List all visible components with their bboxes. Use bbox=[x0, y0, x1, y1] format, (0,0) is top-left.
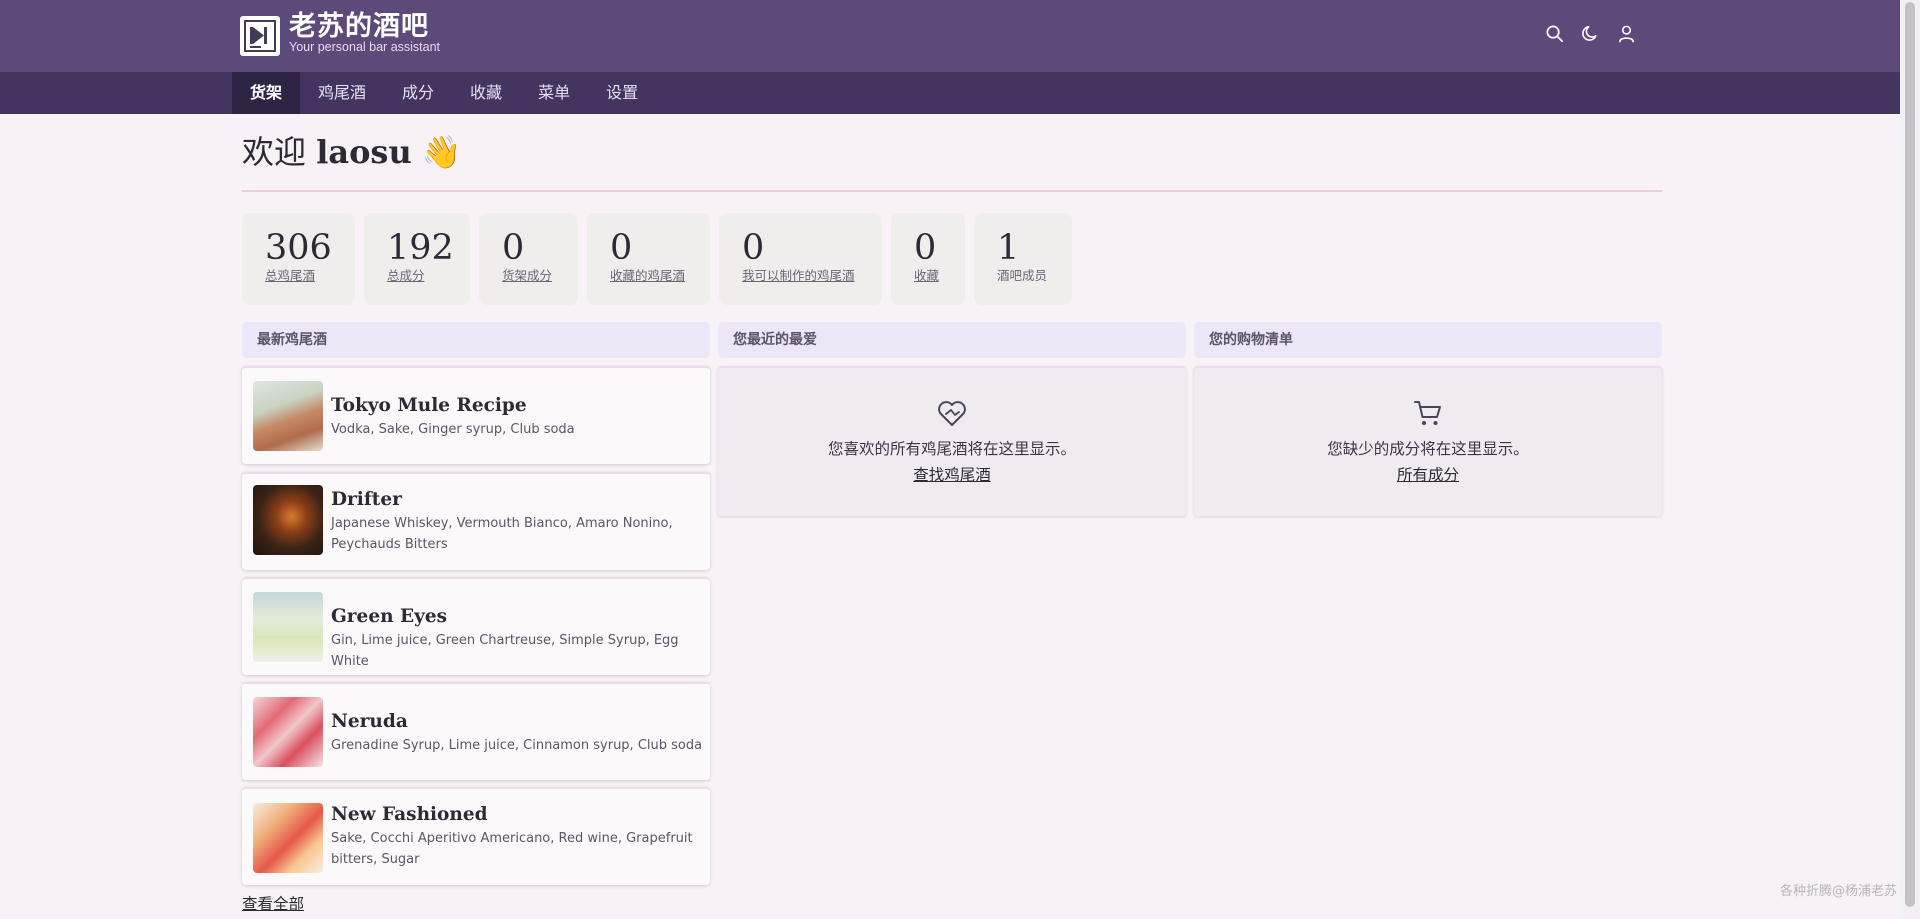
cocktail-name: New Fashioned bbox=[331, 804, 488, 825]
tab-settings[interactable]: 设置 bbox=[588, 72, 656, 114]
cocktail-name: Tokyo Mule Recipe bbox=[331, 395, 527, 416]
stat-collections[interactable]: 0 收藏 bbox=[891, 213, 965, 305]
shopping-list-empty-panel: 您缺少的成分将在这里显示。 所有成分 bbox=[1194, 366, 1662, 516]
cocktail-thumbnail bbox=[253, 485, 323, 555]
tab-ingredients[interactable]: 成分 bbox=[384, 72, 452, 114]
cocktail-ingredients: Vodka, Sake, Ginger syrup, Club soda bbox=[331, 422, 575, 437]
view-all-link[interactable]: 查看全部 bbox=[242, 894, 304, 914]
welcome-username: laosu bbox=[316, 133, 412, 171]
cocktail-name: Drifter bbox=[331, 489, 402, 510]
stat-label[interactable]: 总成分 bbox=[387, 268, 470, 284]
stat-total-ingredients[interactable]: 192 总成分 bbox=[364, 213, 470, 305]
cocktail-ingredients: Sake, Cocchi Aperitivo Americano, Red wi… bbox=[331, 831, 693, 867]
stat-value: 192 bbox=[387, 228, 454, 268]
heart-icon bbox=[938, 401, 966, 426]
stat-favorite-cocktails[interactable]: 0 收藏的鸡尾酒 bbox=[587, 213, 710, 305]
latest-cocktails-heading: 最新鸡尾酒 bbox=[242, 322, 710, 358]
stat-value: 0 bbox=[610, 228, 633, 268]
app-header: 老苏的酒吧 Your personal bar assistant bbox=[0, 0, 1900, 72]
tab-menu[interactable]: 菜单 bbox=[520, 72, 588, 114]
cocktail-name: Green Eyes bbox=[331, 606, 448, 627]
page-scrollbar[interactable] bbox=[1900, 0, 1920, 919]
cocktail-thumbnail bbox=[253, 592, 323, 662]
stat-value: 306 bbox=[265, 228, 332, 268]
find-cocktails-link[interactable]: 查找鸡尾酒 bbox=[718, 465, 1186, 485]
cocktail-ingredients: Japanese Whiskey, Vermouth Bianco, Amaro… bbox=[331, 516, 673, 552]
stat-label: 酒吧成员 bbox=[997, 268, 1048, 283]
cocktail-ingredients: Grenadine Syrup, Lime juice, Cinnamon sy… bbox=[331, 738, 703, 753]
stat-label[interactable]: 我可以制作的鸡尾酒 bbox=[742, 268, 882, 284]
stat-total-cocktails[interactable]: 306 总鸡尾酒 bbox=[242, 213, 355, 305]
stat-shelf-ingredients[interactable]: 0 货架成分 bbox=[479, 213, 578, 305]
stat-makeable-cocktails[interactable]: 0 我可以制作的鸡尾酒 bbox=[719, 213, 882, 305]
moon-icon[interactable] bbox=[1581, 24, 1600, 43]
page-title: 欢迎 laosu 👋 bbox=[242, 128, 462, 176]
stat-value: 1 bbox=[997, 228, 1020, 268]
tab-shelf[interactable]: 货架 bbox=[232, 72, 301, 114]
stat-label[interactable]: 货架成分 bbox=[502, 268, 578, 284]
cocktail-name: Neruda bbox=[331, 711, 408, 732]
user-icon[interactable] bbox=[1617, 24, 1636, 43]
stat-label[interactable]: 总鸡尾酒 bbox=[265, 268, 355, 284]
scrollbar-thumb[interactable] bbox=[1905, 2, 1915, 907]
cocktail-card-tokyo-mule[interactable]: Tokyo Mule Recipe Vodka, Sake, Ginger sy… bbox=[242, 366, 710, 464]
cocktail-ingredients: Gin, Lime juice, Green Chartreuse, Simpl… bbox=[331, 633, 679, 669]
stat-label[interactable]: 收藏 bbox=[914, 268, 965, 284]
all-ingredients-link[interactable]: 所有成分 bbox=[1194, 465, 1662, 485]
stat-bar-members: 1 酒吧成员 bbox=[974, 213, 1072, 305]
wave-emoji: 👋 bbox=[421, 133, 462, 171]
welcome-prefix: 欢迎 bbox=[242, 133, 307, 171]
cocktail-card-neruda[interactable]: Neruda Grenadine Syrup, Lime juice, Cinn… bbox=[242, 682, 710, 780]
recent-favorites-heading: 您最近的最爱 bbox=[718, 322, 1186, 358]
bar-logo[interactable] bbox=[240, 16, 280, 56]
cocktail-card-drifter[interactable]: Drifter Japanese Whiskey, Vermouth Bianc… bbox=[242, 472, 710, 570]
stat-value: 0 bbox=[914, 228, 937, 268]
logo-icon bbox=[244, 20, 276, 52]
favorites-empty-text: 您喜欢的所有鸡尾酒将在这里显示。 bbox=[827, 440, 1076, 458]
cocktail-thumbnail bbox=[253, 381, 323, 451]
cocktail-card-green-eyes[interactable]: Green Eyes Gin, Lime juice, Green Chartr… bbox=[242, 577, 710, 675]
tab-cocktails[interactable]: 鸡尾酒 bbox=[300, 72, 384, 114]
watermark: 各种折腾@杨浦老苏 bbox=[1780, 884, 1898, 899]
shopping-empty-text: 您缺少的成分将在这里显示。 bbox=[1327, 440, 1529, 458]
stat-label[interactable]: 收藏的鸡尾酒 bbox=[610, 268, 710, 284]
title-divider bbox=[242, 190, 1662, 192]
tab-collections[interactable]: 收藏 bbox=[452, 72, 520, 114]
shopping-list-heading: 您的购物清单 bbox=[1194, 322, 1662, 358]
favorites-empty-panel: 您喜欢的所有鸡尾酒将在这里显示。 查找鸡尾酒 bbox=[718, 366, 1186, 516]
brand-subtitle: Your personal bar assistant bbox=[289, 40, 441, 54]
cart-icon bbox=[1414, 401, 1441, 425]
main-nav: 货架 鸡尾酒 成分 收藏 菜单 设置 bbox=[0, 72, 1900, 114]
cocktail-card-new-fashioned[interactable]: New Fashioned Sake, Cocchi Aperitivo Ame… bbox=[242, 787, 710, 885]
stat-value: 0 bbox=[502, 228, 525, 268]
search-icon[interactable] bbox=[1545, 24, 1564, 43]
stat-value: 0 bbox=[742, 228, 765, 268]
cocktail-thumbnail bbox=[253, 803, 323, 873]
cocktail-thumbnail bbox=[253, 697, 323, 767]
